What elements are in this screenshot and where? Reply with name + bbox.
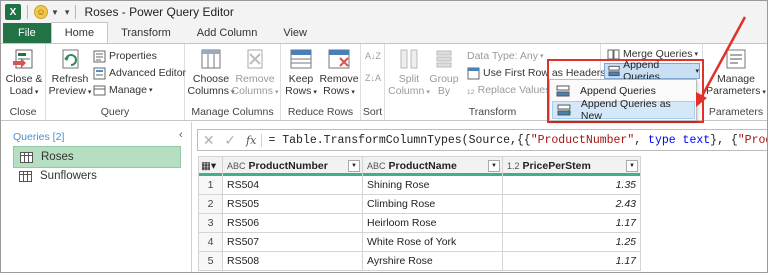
remove-columns-button[interactable]: Remove Columns ▾ — [232, 47, 278, 99]
advanced-editor-button[interactable]: Advanced Editor — [93, 65, 186, 81]
manage-icon — [93, 85, 106, 95]
close-load-label-1: Close & — [5, 73, 43, 85]
properties-button[interactable]: Properties — [93, 48, 157, 64]
cancel-formula-icon[interactable]: ✕ — [198, 132, 219, 149]
refresh-label-1: Refresh — [51, 73, 89, 85]
column-header-productnumber[interactable]: ABC ProductNumber ▼ — [222, 156, 363, 176]
close-load-button[interactable]: Close & Load ▾ — [5, 47, 43, 99]
collapse-pane-icon[interactable]: ‹ — [179, 129, 183, 141]
keep-rows-button[interactable]: Keep Rows ▾ — [283, 47, 319, 99]
group-label-query: Query — [100, 106, 130, 118]
group-label-manage-columns: Manage Columns — [191, 106, 274, 118]
fx-icon[interactable]: fx — [241, 133, 263, 147]
table-icon — [19, 170, 32, 182]
first-row-headers-icon — [467, 67, 480, 79]
smiley-dropdown-icon[interactable]: ▼ — [51, 8, 59, 17]
excel-logo-icon: X — [5, 4, 21, 20]
choose-columns-button[interactable]: Choose Columns ▾ — [188, 47, 234, 99]
replace-values-button[interactable]: ₁₂ Replace Values — [467, 82, 550, 98]
keep-rows-icon — [290, 49, 312, 69]
quick-access-customize-icon[interactable]: ▾ — [65, 7, 70, 18]
manage-parameters-button[interactable]: Manage Parameters ▾ — [706, 47, 766, 99]
column-header-pricperstem[interactable]: 1.2 PricePerStem ▼ — [502, 156, 641, 176]
choose-columns-icon — [201, 49, 221, 69]
tab-view[interactable]: View — [270, 23, 320, 43]
window-title: Roses - Power Query Editor — [84, 5, 234, 19]
group-label-sort: Sort — [362, 106, 383, 118]
filter-dropdown-icon[interactable]: ▼ — [626, 160, 638, 172]
column-header-productname[interactable]: ABC ProductName ▼ — [362, 156, 503, 176]
queries-pane: Queries [2] ‹ Roses Sunflowers — [1, 122, 191, 272]
table-row[interactable]: 5 RS508 Ayrshire Rose 1.17 — [198, 251, 641, 271]
table-menu-icon[interactable]: ▦▾ — [198, 156, 223, 176]
parameters-icon — [726, 49, 746, 69]
replace-icon: ₁₂ — [467, 84, 475, 96]
advanced-editor-icon — [93, 67, 106, 79]
ribbon-tabs: File Home Transform Add Column View — [1, 22, 767, 43]
table-row[interactable]: 3 RS506 Heirloom Rose 1.17 — [198, 213, 641, 233]
data-type-dropdown[interactable]: Data Type: Any ▾ — [467, 48, 544, 64]
group-close: Close & Load ▾ Close — [1, 44, 46, 120]
group-label-close: Close — [9, 106, 37, 118]
split-column-button[interactable]: Split Column ▾ — [388, 47, 430, 99]
refresh-label-2: Preview ▾ — [48, 85, 92, 97]
group-reduce-rows: Keep Rows ▾ Remove Rows ▾ Reduce Rows — [281, 44, 361, 120]
tab-file[interactable]: File — [3, 23, 51, 43]
refresh-preview-button[interactable]: Refresh Preview ▾ — [48, 47, 92, 99]
tab-add-column[interactable]: Add Column — [184, 23, 271, 43]
table-row[interactable]: 1 RS504 Shining Rose 1.35 — [198, 175, 641, 195]
table-row[interactable]: 2 RS505 Climbing Rose 2.43 — [198, 194, 641, 214]
data-grid: ▦▾ ABC ProductNumber ▼ ABC ProductName ▼ 1.2… — [198, 156, 641, 271]
formula-bar: ✕ ✓ fx = Table.TransformColumnTypes(Sour… — [197, 129, 767, 151]
remove-rows-icon — [328, 49, 350, 69]
append-queries-icon — [608, 65, 620, 77]
append-new-icon — [557, 104, 571, 115]
menu-append-queries-as-new[interactable]: Append Queries as New — [552, 98, 695, 122]
append-dropdown-icon[interactable]: ▾ — [695, 67, 699, 75]
filter-dropdown-icon[interactable]: ▼ — [488, 160, 500, 172]
split-column-icon — [400, 49, 418, 69]
filter-dropdown-icon[interactable]: ▼ — [348, 160, 360, 172]
queries-header: Queries [2] — [13, 131, 65, 143]
properties-icon — [93, 50, 106, 62]
feedback-smiley-icon[interactable]: ☺ — [34, 5, 48, 19]
power-query-window: { "titlebar": { "app_icon": "X", "title"… — [0, 0, 768, 273]
remove-rows-button[interactable]: Remove Rows ▾ — [319, 47, 359, 99]
title-separator-2 — [75, 5, 77, 19]
close-load-icon — [13, 49, 33, 69]
title-bar: X ☺ ▼ ▾ Roses - Power Query Editor — [1, 1, 767, 23]
sort-ascending-icon[interactable]: A↓Z — [365, 48, 381, 64]
close-load-label-2: Load ▾ — [9, 85, 39, 97]
append-queries-button[interactable]: Append Queries ▾ — [604, 59, 700, 83]
append-icon — [556, 85, 570, 96]
sort-descending-icon[interactable]: Z↓A — [365, 70, 381, 86]
group-manage-columns: Choose Columns ▾ Remove Columns ▾ Manage C… — [185, 44, 281, 120]
query-item-sunflowers[interactable]: Sunflowers — [13, 165, 181, 187]
pane-divider — [191, 122, 192, 272]
group-label-reduce-rows: Reduce Rows — [287, 106, 354, 118]
group-label-parameters: Parameters — [708, 106, 764, 118]
append-menu: Append Queries Append Queries as New — [549, 79, 697, 122]
formula-input[interactable]: = Table.TransformColumnTypes(Source,{{"P… — [262, 134, 767, 147]
table-row[interactable]: 4 RS507 White Rose of York 1.25 — [198, 232, 641, 252]
confirm-formula-icon[interactable]: ✓ — [219, 132, 240, 149]
manage-query-button[interactable]: Manage ▾ — [93, 82, 152, 98]
group-by-icon — [436, 50, 452, 68]
remove-columns-icon — [247, 49, 263, 69]
group-by-button[interactable]: Group By — [429, 47, 459, 97]
refresh-icon — [62, 49, 79, 69]
table-icon — [20, 151, 33, 163]
group-query: Refresh Preview ▾ Properties Advanced Edi… — [46, 44, 186, 120]
tab-home[interactable]: Home — [50, 22, 109, 43]
tab-transform[interactable]: Transform — [108, 23, 184, 43]
group-sort: A↓Z Z↓A Sort — [361, 44, 385, 120]
title-separator — [27, 5, 28, 19]
group-parameters: Manage Parameters ▾ Parameters — [703, 44, 767, 120]
